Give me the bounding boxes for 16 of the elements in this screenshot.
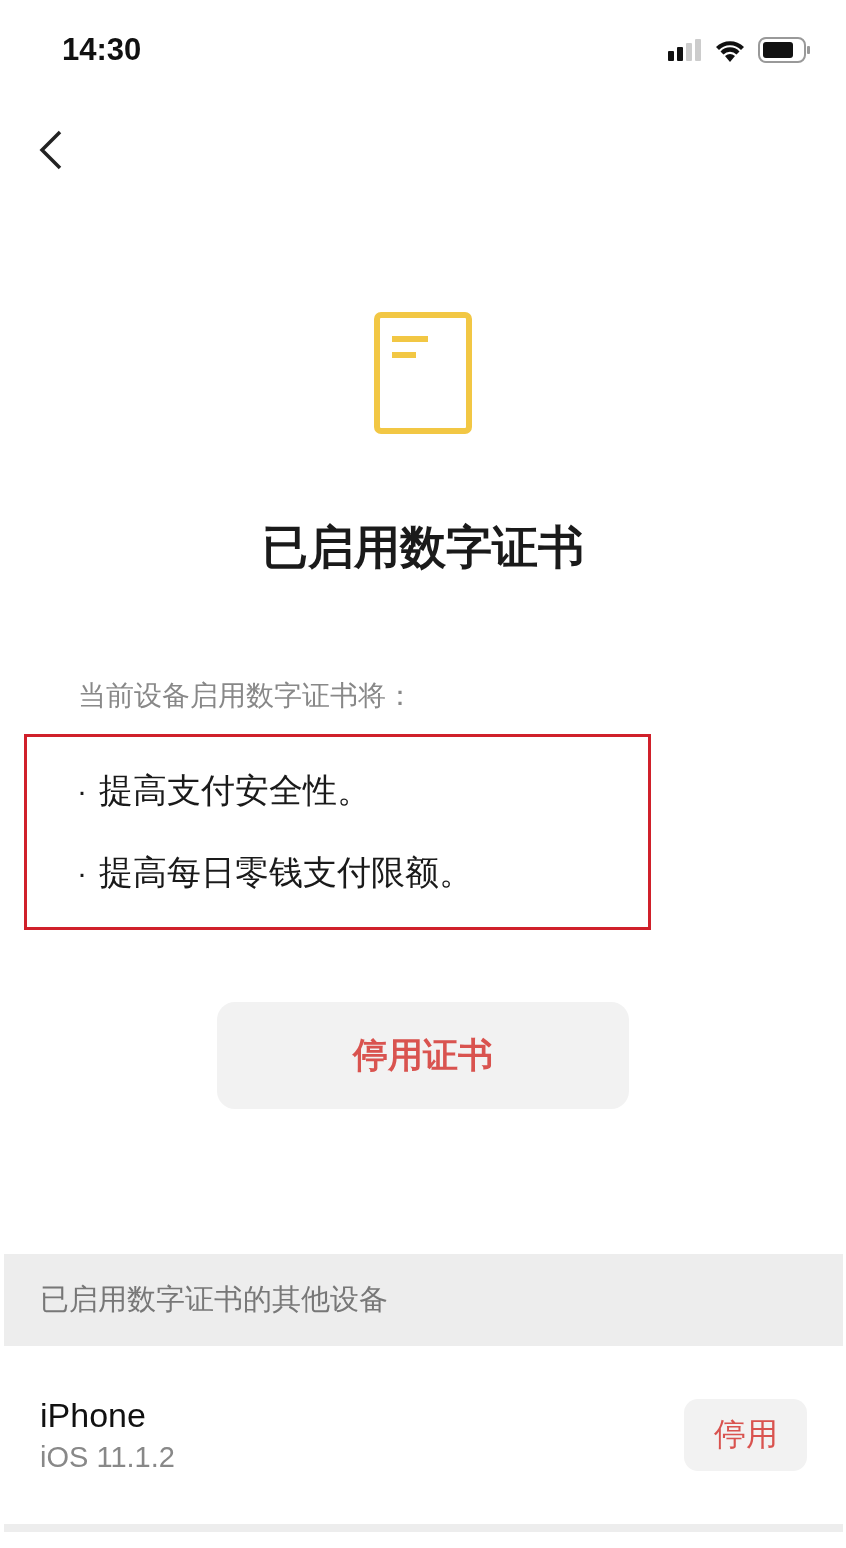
signal-icon	[668, 39, 702, 61]
benefit-text: 提高每日零钱支付限额。	[99, 852, 473, 894]
section-title: 已启用数字证书的其他设备	[40, 1282, 388, 1318]
page-title: 已启用数字证书	[261, 520, 585, 575]
intro-text: 当前设备启用数字证书将：	[78, 678, 415, 713]
disable-certificate-button[interactable]: 停用证书	[217, 1002, 629, 1110]
battery-icon	[758, 37, 812, 63]
device-os: iOS 11.1.2	[40, 1441, 175, 1475]
bullet: ·	[77, 774, 87, 809]
benefit-text: 提高支付安全性。	[99, 770, 371, 812]
device-name: iPhone	[40, 1396, 147, 1436]
bullet: ·	[77, 856, 87, 891]
wifi-icon	[714, 38, 746, 62]
disable-button[interactable]: 停用	[684, 1399, 807, 1472]
status-time: 14:30	[62, 32, 142, 68]
document-icon	[374, 312, 472, 434]
